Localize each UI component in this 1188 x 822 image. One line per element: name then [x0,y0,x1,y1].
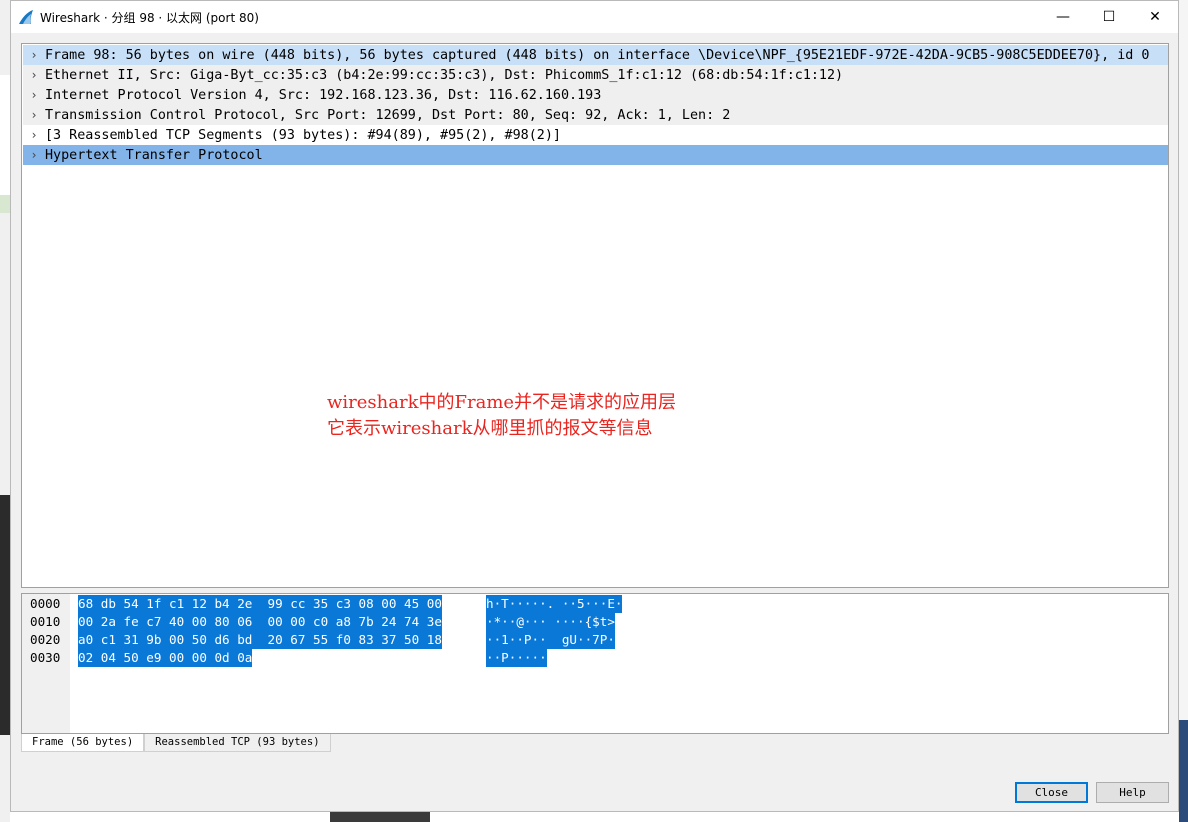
close-button[interactable]: Close [1015,782,1088,803]
tree-row-label: Ethernet II, Src: Giga-Byt_cc:35:c3 (b4:… [45,67,844,83]
tree-row-ipv4[interactable]: › Internet Protocol Version 4, Src: 192.… [23,85,1168,105]
background-panel [1179,720,1188,822]
tree-row-label: Transmission Control Protocol, Src Port:… [45,107,731,123]
tree-row-tcp[interactable]: › Transmission Control Protocol, Src Por… [23,105,1168,125]
packet-bytes-pane[interactable]: 0000 68 db 54 1f c1 12 b4 2e 99 cc 35 c3… [21,593,1169,734]
ascii-bytes[interactable]: h·T·····. ··5···E· [486,595,623,613]
byte-view-tabs: Frame (56 bytes) Reassembled TCP (93 byt… [21,734,331,752]
background-window-left [0,0,10,822]
hex-bytes[interactable]: 02 04 50 e9 00 00 0d 0a [78,649,253,667]
ascii-bytes[interactable]: ··1··P·· gU··7P· [486,631,615,649]
title-bar[interactable]: Wireshark · 分组 98 · 以太网 (port 80) — ☐ ✕ [11,1,1178,33]
byte-offset: 0020 [30,632,61,647]
annotation-note: wireshark中的Frame并不是请求的应用层 它表示wireshark从哪… [327,390,676,442]
tree-row-label: Frame 98: 56 bytes on wire (448 bits), 5… [45,47,1150,63]
tree-row-label: Internet Protocol Version 4, Src: 192.16… [45,87,602,103]
background-panel [0,195,10,213]
background-window-right [1179,0,1188,822]
background-panel [0,495,10,735]
close-window-button[interactable]: ✕ [1132,1,1178,33]
window-title: Wireshark · 分组 98 · 以太网 (port 80) [40,10,259,25]
ascii-bytes[interactable]: ·*··@··· ····{$t> [486,613,615,631]
byte-offset: 0010 [30,614,61,629]
ascii-bytes[interactable]: ··P····· [486,649,547,667]
maximize-button[interactable]: ☐ [1086,1,1132,33]
tree-row-label: [3 Reassembled TCP Segments (93 bytes): … [45,127,561,143]
background-panel [0,75,10,195]
tree-row-label: Hypertext Transfer Protocol [45,147,263,163]
tab-frame-bytes[interactable]: Frame (56 bytes) [21,734,145,752]
byte-offset: 0030 [30,650,61,665]
tab-reassembled-tcp[interactable]: Reassembled TCP (93 bytes) [144,734,331,752]
minimize-button[interactable]: — [1040,1,1086,33]
wireshark-fin-icon [19,10,33,24]
packet-details-window: Wireshark · 分组 98 · 以太网 (port 80) — ☐ ✕ … [10,0,1179,812]
tree-row-reassembled[interactable]: › [3 Reassembled TCP Segments (93 bytes)… [23,125,1168,145]
hex-bytes[interactable]: 68 db 54 1f c1 12 b4 2e 99 cc 35 c3 08 0… [78,595,442,613]
annotation-line: wireshark中的Frame并不是请求的应用层 [327,392,677,413]
expand-arrow-icon[interactable]: › [23,88,45,102]
tree-row-frame[interactable]: › Frame 98: 56 bytes on wire (448 bits),… [23,45,1168,65]
hex-bytes[interactable]: a0 c1 31 9b 00 50 d6 bd 20 67 55 f0 83 3… [78,631,442,649]
byte-offset: 0000 [30,596,61,611]
window-controls: — ☐ ✕ [1040,1,1178,33]
tree-row-http[interactable]: › Hypertext Transfer Protocol [23,145,1168,165]
expand-arrow-icon[interactable]: › [23,108,45,122]
hex-bytes[interactable]: 00 2a fe c7 40 00 80 06 00 00 c0 a8 7b 2… [78,613,442,631]
expand-arrow-icon[interactable]: › [23,48,45,62]
expand-arrow-icon[interactable]: › [23,148,45,162]
annotation-line: 它表示wireshark从哪里抓的报文等信息 [327,418,653,439]
tree-row-ethernet[interactable]: › Ethernet II, Src: Giga-Byt_cc:35:c3 (b… [23,65,1168,85]
packet-detail-tree[interactable]: › Frame 98: 56 bytes on wire (448 bits),… [21,43,1169,588]
expand-arrow-icon[interactable]: › [23,68,45,82]
expand-arrow-icon[interactable]: › [23,128,45,142]
help-button[interactable]: Help [1096,782,1169,803]
